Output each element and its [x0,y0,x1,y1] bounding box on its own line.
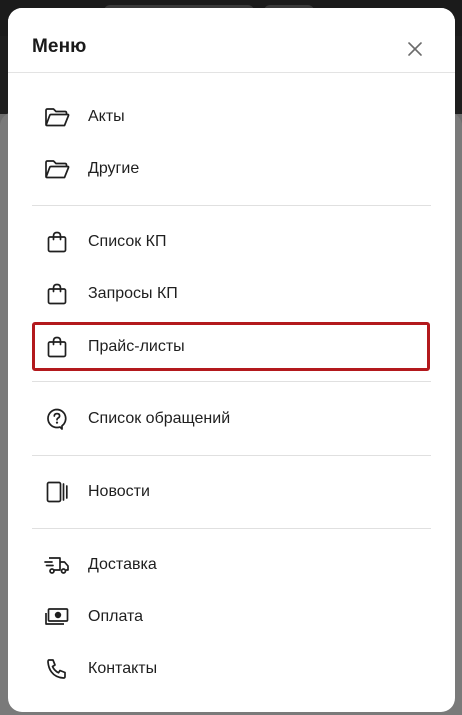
shopping-bag-icon [44,229,70,255]
menu-item-label: Запросы КП [88,285,178,302]
menu-header: Меню [8,8,455,73]
menu-divider [32,455,431,456]
menu-item-label: Акты [88,108,125,125]
menu-item-other[interactable]: Другие [32,145,430,193]
close-button[interactable] [404,38,426,60]
menu-item-label: Список обращений [88,410,231,427]
menu-list: Акты Другие Список КП Запросы КП Прайс-л… [8,8,455,712]
menu-modal: Акты Другие Список КП Запросы КП Прайс-л… [8,8,455,712]
menu-divider [32,381,431,382]
menu-item-news[interactable]: Новости [32,468,430,516]
menu-item-label: Контакты [88,660,158,677]
menu-item-label: Новости [88,483,150,500]
news-icon [44,479,70,505]
menu-item-acts[interactable]: Акты [32,93,430,141]
folder-icon [44,104,70,130]
menu-item-label: Другие [88,160,140,177]
menu-divider [32,205,431,206]
menu-item-contacts[interactable]: Контакты [32,645,430,693]
question-chat-icon [44,406,70,432]
menu-item-label: Доставка [88,556,157,573]
menu-title: Меню [32,36,87,57]
menu-item-label: Оплата [88,608,144,625]
folder-icon [44,156,70,182]
delivery-truck-icon [44,552,70,578]
close-icon [408,42,422,56]
menu-item-kp-requests[interactable]: Запросы КП [32,270,430,318]
menu-item-requests-list[interactable]: Список обращений [32,395,430,443]
menu-item-kp-list[interactable]: Список КП [32,218,430,266]
menu-item-label: Список КП [88,233,167,250]
phone-icon [44,656,70,682]
menu-item-payment[interactable]: Оплата [32,593,430,641]
shopping-bag-icon [44,281,70,307]
shopping-bag-icon [44,334,70,360]
payment-cash-icon [44,604,70,630]
menu-item-label: Прайс-листы [88,337,185,355]
menu-item-price-lists[interactable]: Прайс-листы [32,322,430,371]
menu-divider [32,528,431,529]
menu-item-delivery[interactable]: Доставка [32,541,430,589]
